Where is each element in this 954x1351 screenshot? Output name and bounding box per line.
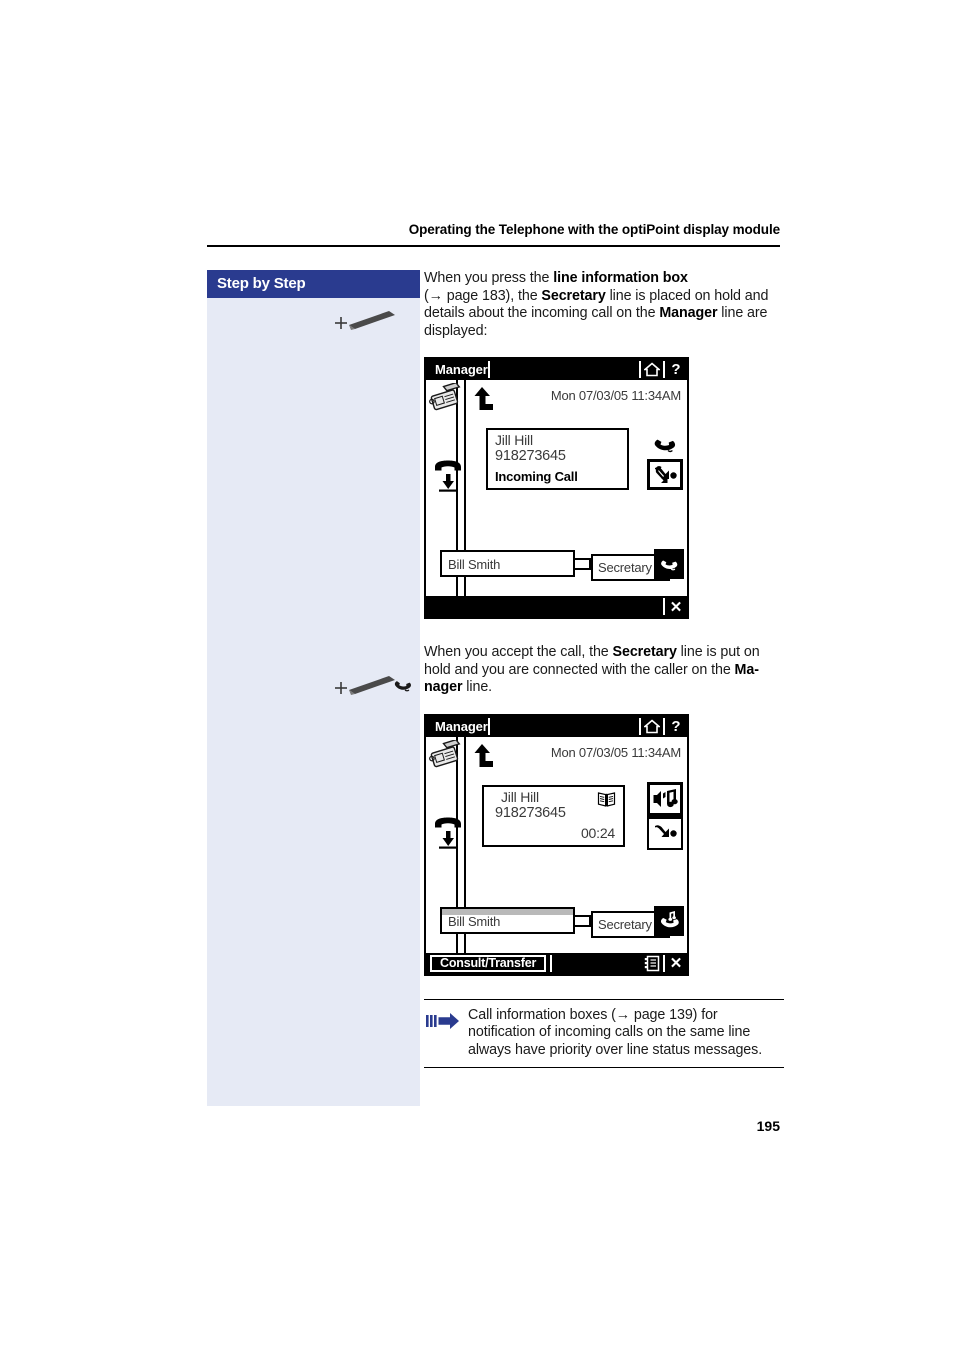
- page-number: 195: [756, 1118, 780, 1134]
- secondary-line-label: Secretary: [598, 916, 652, 932]
- titlebar-spacer: [490, 359, 639, 380]
- caller-number: 918273645: [495, 804, 566, 821]
- screen1-softkey-column: [647, 428, 683, 490]
- close-icon[interactable]: ✕: [665, 953, 687, 974]
- note-callout: Call information boxes (→ page 139) for …: [424, 998, 784, 1068]
- caller-name: Jill Hill: [495, 432, 533, 448]
- answer-handset-icon[interactable]: [647, 428, 683, 459]
- term-manager: Ma-nager: [424, 661, 759, 696]
- note-arrow-icon: [426, 1011, 460, 1031]
- screen2-call-information-box[interactable]: Jill Hill 918273645 00:24: [482, 784, 625, 847]
- help-icon[interactable]: ?: [665, 359, 687, 380]
- forward-call-icon[interactable]: [647, 459, 683, 490]
- screen1-datetime: Mon 07/03/05 11:34AM: [550, 388, 681, 403]
- stylus-icon: [333, 307, 403, 333]
- caller-number: 918273645: [495, 448, 566, 464]
- page-header-title: Operating the Telephone with the optiPoi…: [408, 222, 780, 237]
- screen1-titlebar: Manager ?: [426, 359, 687, 380]
- caller-name: Jill Hill: [501, 788, 539, 805]
- handset-icon: [392, 673, 414, 695]
- phone-display-screen-1[interactable]: Manager ? Mon 07/03/05 11:34AM Jill Hill…: [424, 357, 689, 619]
- sidebar-title: Step by Step: [207, 270, 420, 298]
- header-divider: [207, 245, 780, 247]
- screen2-titlebar: Manager ?: [426, 715, 687, 737]
- close-icon[interactable]: ✕: [665, 596, 687, 617]
- primary-line-label: Bill Smith: [448, 557, 501, 572]
- screen2-footer: Consult/Transfer ✕: [426, 952, 687, 974]
- primary-line-box[interactable]: Bill Smith: [440, 550, 575, 577]
- primary-line-box[interactable]: Bill Smith: [440, 906, 575, 934]
- footer-spacer: [552, 953, 641, 974]
- screen1-line-row: Bill Smith Secretary: [433, 549, 684, 581]
- screen1-line-title: Manager: [435, 362, 488, 377]
- phone-display-screen-2[interactable]: Manager ? Mon 07/03/05 11:34AM Jill Hill…: [424, 713, 689, 976]
- note-text: Call information boxes (→ page 139) for …: [468, 1006, 763, 1058]
- screen1-footer: ✕: [426, 596, 687, 617]
- primary-line-label: Bill Smith: [448, 913, 501, 929]
- screen2-line-row: Bill Smith Secretary: [433, 905, 684, 938]
- consult-transfer-softkey[interactable]: Consult/Transfer: [430, 954, 547, 972]
- call-status: Incoming Call: [495, 469, 578, 484]
- handset-hold-down-icon: [432, 458, 464, 492]
- term-secretary: Secretary: [612, 644, 677, 660]
- incoming-call-arrow-icon: [471, 385, 496, 411]
- term-manager: Manager: [659, 305, 718, 321]
- call-duration: 00:24: [580, 824, 615, 841]
- screen1-body: Mon 07/03/05 11:34AM Jill Hill 918273645…: [426, 380, 687, 596]
- content-column: When you press the line information box …: [424, 270, 784, 1068]
- line-connector: [575, 558, 591, 570]
- term-line-information-box: line information box: [553, 270, 688, 286]
- desk-phone-icon: [429, 381, 465, 413]
- line-connector: [575, 914, 591, 927]
- titlebar-spacer: [490, 716, 639, 737]
- step-1-text: When you press the line information box …: [424, 270, 769, 339]
- screen2-softkey-column: [647, 781, 683, 850]
- home-icon[interactable]: [641, 359, 663, 380]
- help-icon[interactable]: ?: [665, 716, 687, 737]
- desk-phone-icon: [429, 738, 465, 770]
- home-icon[interactable]: [641, 716, 663, 737]
- handset-music-icon[interactable]: [654, 905, 684, 936]
- secondary-line-label: Secretary: [598, 560, 652, 575]
- handset-icon[interactable]: [654, 549, 684, 579]
- call-list-icon[interactable]: [641, 953, 663, 974]
- handset-hold-down-icon: [432, 815, 464, 849]
- forward-call-icon[interactable]: [647, 815, 683, 850]
- footer-spacer: [426, 596, 663, 617]
- hold-music-icon[interactable]: [647, 781, 683, 816]
- incoming-call-arrow-icon: [471, 742, 496, 768]
- screen2-body: Mon 07/03/05 11:34AM Jill Hill 918273645…: [426, 736, 687, 953]
- term-secretary: Secretary: [541, 287, 606, 304]
- phone-book-icon[interactable]: [597, 791, 616, 807]
- screen2-line-title: Manager: [435, 718, 488, 734]
- screen1-call-information-box[interactable]: Jill Hill 918273645 Incoming Call: [486, 428, 629, 490]
- step-2-text: When you accept the call, the Secretary …: [424, 644, 760, 696]
- screen2-datetime: Mon 07/03/05 11:34AM: [550, 744, 681, 760]
